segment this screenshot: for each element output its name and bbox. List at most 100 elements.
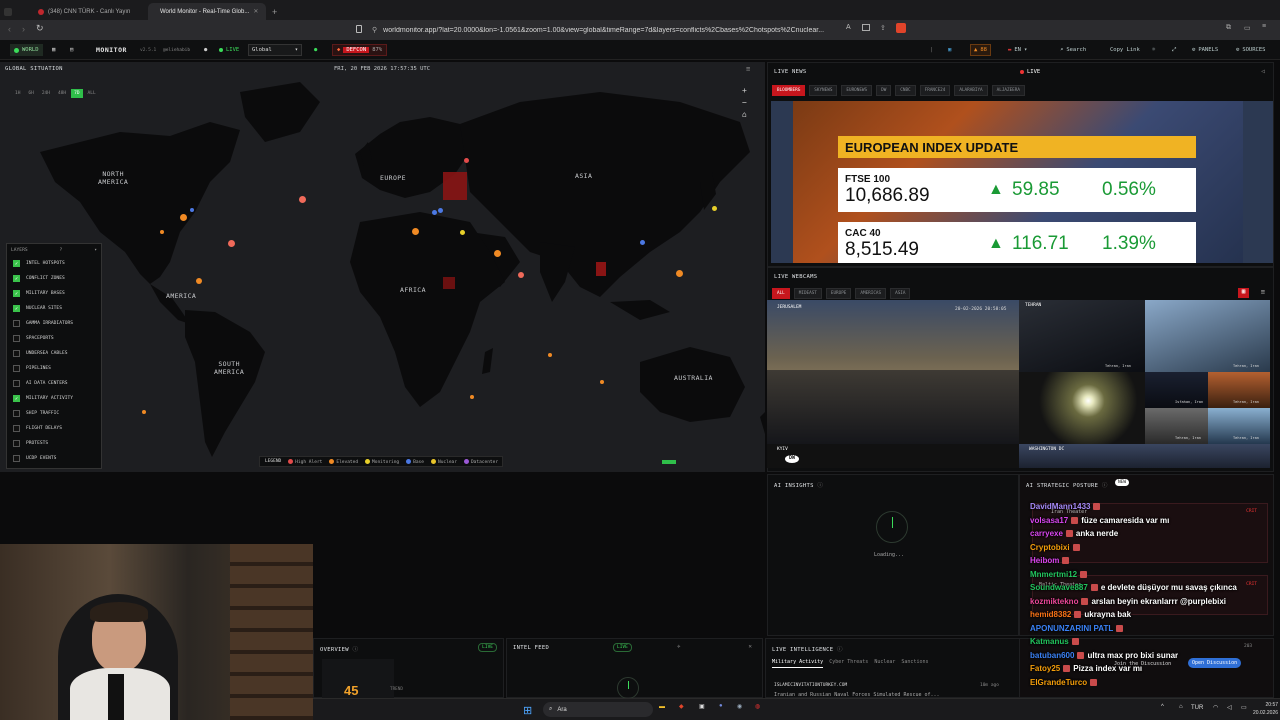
chat-username[interactable]: Soundwave887 bbox=[1030, 583, 1088, 592]
time-range-all[interactable]: ALL bbox=[85, 89, 99, 98]
close-icon[interactable]: ✕ bbox=[748, 643, 752, 650]
layer-toggle[interactable]: PIPELINES bbox=[7, 361, 101, 376]
map-marker[interactable] bbox=[460, 230, 465, 235]
chat-username[interactable]: Katmanus bbox=[1030, 637, 1069, 646]
map-marker[interactable] bbox=[518, 272, 524, 278]
translate-icon[interactable]: A bbox=[846, 24, 851, 31]
forward-icon[interactable]: › bbox=[22, 24, 25, 34]
webcam-jerusalem[interactable]: JERUSALEM 20-02-2026 20:58:05 bbox=[767, 300, 1019, 444]
news-channel-tab[interactable]: SKYNEWS bbox=[809, 85, 838, 96]
checkbox-icon[interactable] bbox=[13, 425, 20, 432]
map-marker[interactable] bbox=[412, 228, 419, 235]
checkbox-icon[interactable]: ✓ bbox=[13, 260, 20, 267]
global-situation-map[interactable]: NORTH AMERICA EUROPE ASIA AMERICA AFRICA… bbox=[0, 62, 765, 472]
volume-icon[interactable]: ◁ bbox=[1227, 704, 1232, 711]
sources-button[interactable]: ⚙ SOURCES bbox=[1236, 44, 1266, 56]
share-icon[interactable]: ⇪ bbox=[880, 24, 886, 32]
time-range-24h[interactable]: 24H bbox=[39, 89, 53, 98]
checkbox-icon[interactable] bbox=[13, 335, 20, 342]
map-marker[interactable] bbox=[228, 240, 235, 247]
layer-toggle[interactable]: ✓ MILITARY BASES bbox=[7, 286, 101, 301]
fullscreen-icon[interactable]: ⤢ bbox=[1172, 44, 1176, 56]
layer-toggle[interactable]: UCDP EVENTS bbox=[7, 451, 101, 466]
network-icon[interactable]: ⌂ bbox=[1179, 704, 1183, 710]
site-info-icon[interactable]: ⚲ bbox=[372, 26, 377, 34]
checkbox-icon[interactable] bbox=[13, 320, 20, 327]
url-field[interactable]: ⚲ worldmonitor.app/?lat=20.0000&lon=-1.0… bbox=[372, 23, 842, 37]
layer-toggle[interactable]: ✓ INTEL HOTSPOTS bbox=[7, 256, 101, 271]
layer-toggle[interactable]: ✓ MILITARY ACTIVITY bbox=[7, 391, 101, 406]
grid-view-icon[interactable]: ▦ bbox=[1238, 288, 1249, 298]
checkbox-icon[interactable]: ✓ bbox=[13, 305, 20, 312]
layer-toggle[interactable]: FLIGHT DELAYS bbox=[7, 421, 101, 436]
defcon-indicator[interactable]: ◆ DEFCON 87% bbox=[332, 44, 388, 56]
zoom-out-icon[interactable]: − bbox=[742, 98, 747, 107]
map-marker[interactable] bbox=[142, 410, 146, 414]
mute-icon[interactable]: ◁ bbox=[1261, 68, 1265, 75]
screenshot-icon[interactable] bbox=[862, 24, 870, 31]
chat-username[interactable]: Heibom bbox=[1030, 556, 1059, 565]
chat-username[interactable]: ElGrandeTurco bbox=[1030, 678, 1087, 687]
webcam-kyiv[interactable]: KYIV DW bbox=[767, 444, 1019, 468]
pin-icon[interactable]: ✈ bbox=[677, 643, 681, 650]
clock[interactable]: 20:57 20.02.2026 bbox=[1253, 701, 1278, 717]
copy-link-button[interactable]: Copy Link bbox=[1110, 44, 1140, 56]
language-select[interactable]: ▬ EN ▾ bbox=[1008, 44, 1027, 56]
home-icon[interactable]: ⌂ bbox=[742, 110, 747, 119]
chat-username[interactable]: kozmiktekno bbox=[1030, 597, 1078, 606]
time-range-7d[interactable]: 7D bbox=[71, 89, 83, 98]
new-tab-icon[interactable]: + bbox=[266, 7, 283, 20]
news-channel-tab[interactable]: DW bbox=[876, 85, 892, 96]
map-marker[interactable] bbox=[432, 210, 437, 215]
grid-icon[interactable]: ▦ bbox=[52, 44, 55, 56]
time-range-48h[interactable]: 48H bbox=[55, 89, 69, 98]
chat-username[interactable]: APONUNZARINI PATL bbox=[1030, 624, 1113, 633]
map-marker[interactable] bbox=[160, 230, 164, 234]
checkbox-icon[interactable] bbox=[13, 380, 20, 387]
checkbox-icon[interactable]: ✓ bbox=[13, 290, 20, 297]
app-icon[interactable]: ▣ bbox=[699, 703, 705, 710]
webcam-tehran[interactable]: TEHRAN Tehran, Iran Tehran, Iran Isfahan… bbox=[1019, 300, 1270, 444]
reload-icon[interactable]: ↻ bbox=[36, 23, 44, 34]
layer-toggle[interactable]: GAMMA IRRADIATORS bbox=[7, 316, 101, 331]
region-select[interactable]: Global ▾ bbox=[248, 44, 302, 56]
layer-toggle[interactable]: ✓ CONFLICT ZONES bbox=[7, 271, 101, 286]
search-button[interactable]: ⌕ Search bbox=[1060, 44, 1086, 56]
wifi-icon[interactable]: ◠ bbox=[1213, 704, 1218, 711]
author-handle[interactable]: @eliehabib bbox=[163, 44, 190, 56]
webcam-filter-tab[interactable]: ASIA bbox=[890, 288, 911, 299]
map-marker[interactable] bbox=[299, 196, 306, 203]
github-icon[interactable]: ● bbox=[204, 44, 207, 56]
live-intel-tab[interactable]: Sanctions bbox=[901, 659, 928, 668]
map-marker[interactable] bbox=[470, 395, 474, 399]
file-explorer-icon[interactable]: ▬ bbox=[659, 704, 665, 710]
webcam-filter-tab[interactable]: AMERICAS bbox=[855, 288, 887, 299]
map-marker[interactable] bbox=[190, 208, 194, 212]
map-marker[interactable] bbox=[494, 250, 501, 257]
map-marker[interactable] bbox=[548, 353, 552, 357]
help-icon[interactable]: ⓘ bbox=[817, 483, 823, 489]
webcam-washington[interactable]: WASHINGTON DC bbox=[1019, 444, 1270, 468]
browser-tab-cnn[interactable]: (348) CNN TÜRK - Canlı Yayın bbox=[30, 3, 148, 20]
chat-username[interactable]: Fatoy25 bbox=[1030, 664, 1060, 673]
checkbox-icon[interactable]: ✓ bbox=[13, 395, 20, 402]
chat-username[interactable]: batuban600 bbox=[1030, 651, 1074, 660]
chat-username[interactable]: carryexe bbox=[1030, 529, 1063, 538]
steam-icon[interactable]: ◉ bbox=[737, 703, 742, 710]
map-marker[interactable] bbox=[712, 206, 717, 211]
time-range-6h[interactable]: 6H bbox=[25, 89, 36, 98]
map-marker[interactable] bbox=[196, 278, 202, 284]
help-icon[interactable]: ⓘ bbox=[837, 647, 843, 653]
map-marker[interactable] bbox=[676, 270, 683, 277]
browser-menu-icon[interactable]: ≡ bbox=[1262, 23, 1266, 30]
discord-icon[interactable]: ● bbox=[719, 703, 723, 709]
live-intel-tab[interactable]: Nuclear bbox=[874, 659, 895, 668]
list-view-icon[interactable]: ≡ bbox=[1261, 288, 1265, 296]
theme-toggle-icon[interactable]: ☼ bbox=[1152, 44, 1155, 56]
close-tab-icon[interactable]: ✕ bbox=[253, 8, 258, 15]
tab-menu-icon[interactable] bbox=[4, 7, 12, 16]
layer-toggle[interactable]: UNDERSEA CABLES bbox=[7, 346, 101, 361]
news-channel-tab[interactable]: EURONEWS bbox=[841, 85, 873, 96]
bookmark-icon[interactable] bbox=[356, 25, 362, 33]
chevron-down-icon[interactable]: ▾ bbox=[94, 248, 97, 253]
